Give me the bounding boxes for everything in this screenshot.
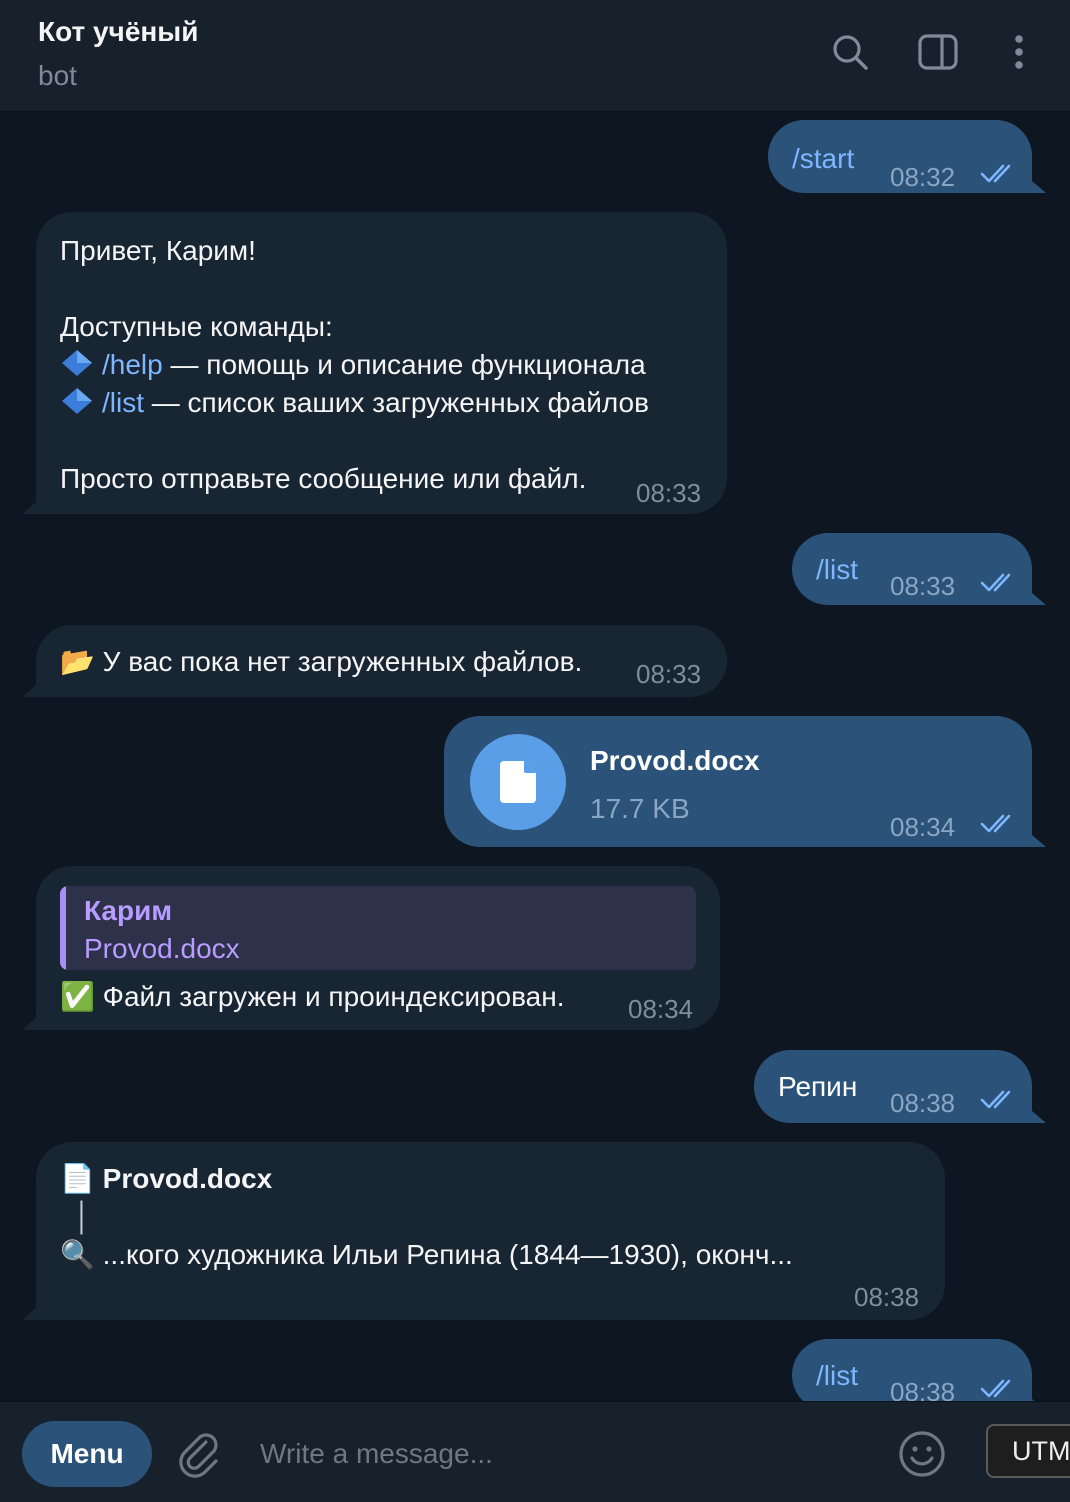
double-check-icon	[980, 573, 1011, 592]
more-vertical-icon[interactable]	[997, 30, 1041, 74]
sidebar-toggle-icon[interactable]	[916, 30, 960, 74]
message-time: 08:38	[890, 1088, 956, 1118]
page-icon: 📄	[60, 1163, 95, 1194]
reply-preview[interactable]: Карим Provod.docx	[60, 886, 696, 970]
message-input[interactable]	[246, 1426, 866, 1482]
bot-menu-button[interactable]: Menu	[22, 1421, 152, 1487]
file-download-button[interactable]	[470, 734, 566, 830]
message-list[interactable]: /start 08:32 Привет, Карим! Доступные ко…	[0, 113, 1070, 1401]
check-mark-icon: ✅	[60, 981, 95, 1012]
help-command-link[interactable]: /help	[102, 349, 163, 380]
result-snippet-line: 🔍 ...кого художника Ильи Репина (1844—19…	[60, 1236, 793, 1274]
message-time: 08:34	[628, 994, 694, 1024]
message-content: 📂 У вас пока нет загруженных файлов.	[60, 643, 582, 681]
message-time: 08:33	[636, 659, 702, 689]
message-time: 08:33	[636, 478, 702, 508]
composer-bar: Menu UTM	[0, 1401, 1070, 1502]
result-snippet: ...кого художника Ильи Репина (1844—1930…	[102, 1239, 793, 1270]
double-check-icon	[980, 1090, 1011, 1109]
list-command-desc: — список ваших загруженных файлов	[144, 387, 649, 418]
outgoing-message[interactable]: /list 08:38	[792, 1339, 1032, 1401]
message-text: Файл загружен и проиндексирован.	[102, 981, 565, 1012]
reply-accent-bar	[60, 886, 66, 970]
chat-subtitle: bot	[38, 60, 77, 91]
message-content: ✅ Файл загружен и проиндексирован.	[60, 978, 564, 1016]
message-text[interactable]: /list	[816, 551, 858, 589]
search-icon[interactable]	[828, 30, 872, 74]
list-command-link[interactable]: /list	[102, 387, 144, 418]
message-time: 08:38	[854, 1282, 920, 1312]
message-text[interactable]: /start	[792, 140, 854, 178]
incoming-message[interactable]: Карим Provod.docx ✅ Файл загружен и прои…	[36, 866, 720, 1030]
incoming-message[interactable]: Привет, Карим! Доступные команды: /help …	[36, 212, 727, 514]
chat-header: Кот учёный bot	[0, 0, 1070, 112]
outgoing-message[interactable]: Репин 08:38	[754, 1050, 1032, 1123]
incoming-message[interactable]: 📄 Provod.docx │ 🔍 ...кого художника Ильи…	[36, 1142, 945, 1320]
incoming-message[interactable]: 📂 У вас пока нет загруженных файлов. 08:…	[36, 625, 727, 697]
folder-icon: 📂	[60, 646, 95, 677]
result-file-line: 📄 Provod.docx	[60, 1160, 272, 1198]
file-name[interactable]: Provod.docx	[590, 742, 760, 780]
message-footer: Просто отправьте сообщение или файл.	[60, 463, 587, 494]
magnifier-icon: 🔍	[60, 1239, 95, 1270]
command-line-help: /help — помощь и описание функционала	[60, 346, 646, 384]
result-connector: │	[74, 1201, 92, 1232]
tooltip: UTM	[986, 1424, 1070, 1478]
message-text: У вас пока нет загруженных файлов.	[102, 646, 583, 677]
file-size: 17.7 KB	[590, 793, 690, 824]
blue-diamond-icon	[62, 388, 92, 414]
paperclip-icon[interactable]	[176, 1430, 224, 1478]
reply-text: Provod.docx	[84, 933, 240, 964]
blue-diamond-icon	[62, 350, 92, 376]
double-check-icon	[980, 164, 1011, 183]
document-icon	[500, 761, 536, 803]
message-time: 08:32	[890, 162, 956, 192]
outgoing-file-message[interactable]: Provod.docx 17.7 KB 08:34	[444, 716, 1032, 847]
double-check-icon	[980, 814, 1011, 833]
command-line-list: /list — список ваших загруженных файлов	[60, 384, 649, 422]
emoji-icon[interactable]	[896, 1428, 948, 1480]
message-time: 08:33	[890, 571, 956, 601]
message-commands-title: Доступные команды:	[60, 311, 333, 342]
message-greeting: Привет, Карим!	[60, 235, 256, 266]
reply-author: Карим	[84, 895, 173, 926]
message-time: 08:38	[890, 1377, 956, 1401]
message-text[interactable]: Репин	[778, 1068, 857, 1106]
help-command-desc: — помощь и описание функционала	[162, 349, 646, 380]
message-text[interactable]: /list	[816, 1357, 858, 1395]
result-file-name: Provod.docx	[102, 1163, 273, 1194]
message-time: 08:34	[890, 812, 956, 842]
chat-title[interactable]: Кот учёный	[38, 16, 198, 48]
outgoing-message[interactable]: /start 08:32	[768, 120, 1032, 193]
outgoing-message[interactable]: /list 08:33	[792, 533, 1032, 605]
double-check-icon	[980, 1379, 1011, 1398]
